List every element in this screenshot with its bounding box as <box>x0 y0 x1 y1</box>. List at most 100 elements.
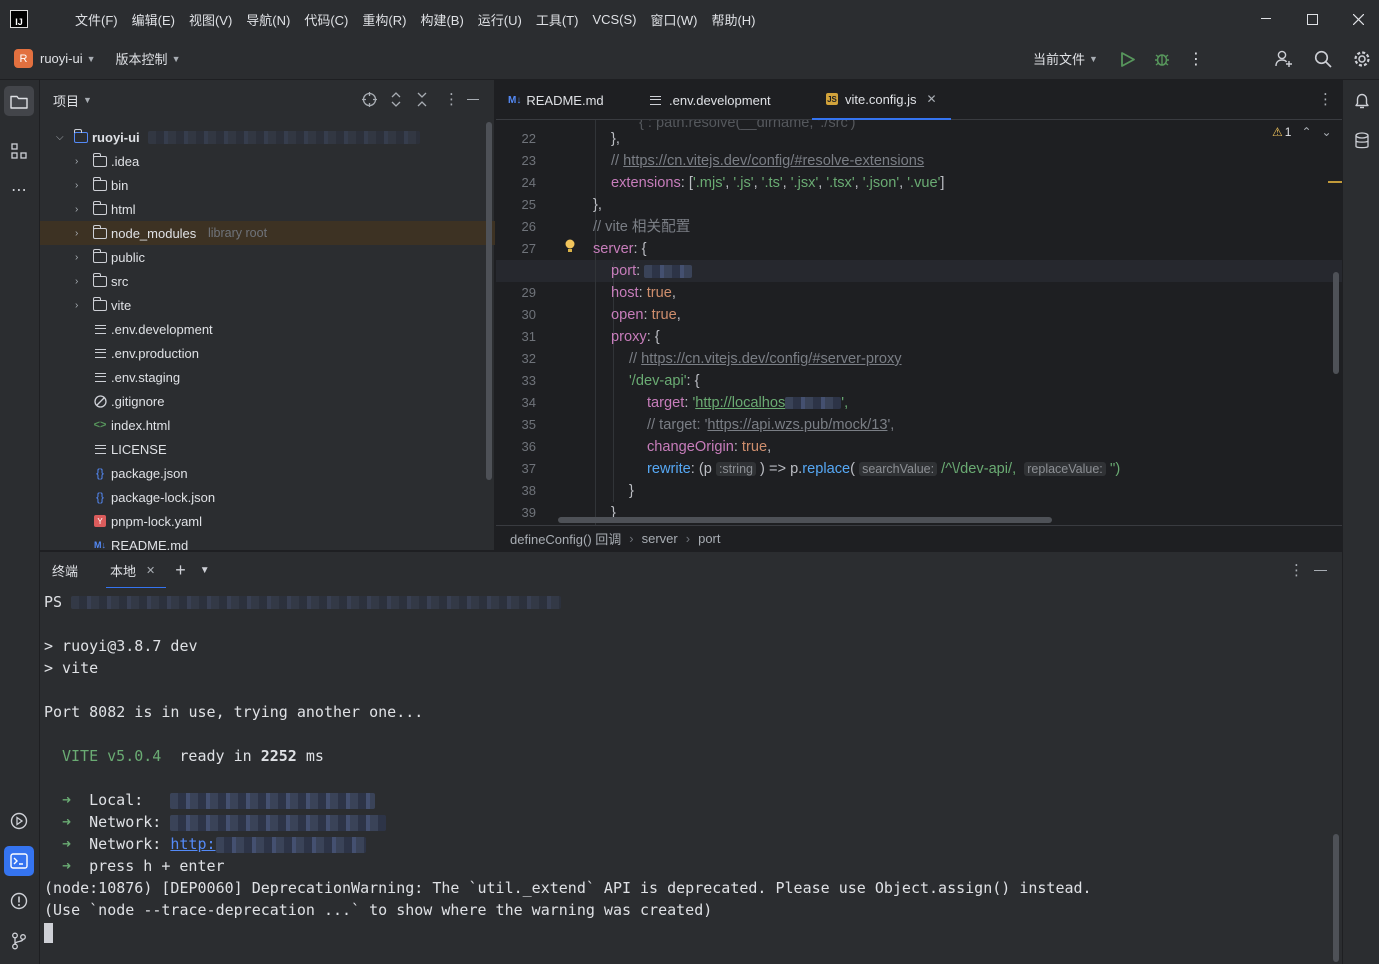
chevron-down-icon[interactable]: ⌵ <box>56 132 66 143</box>
menu-item[interactable]: 文件(F) <box>68 0 125 38</box>
editor-horizontal-scrollbar[interactable] <box>558 517 1052 523</box>
minimize-panel-icon[interactable] <box>1314 570 1327 571</box>
maximize-icon[interactable] <box>1289 0 1335 38</box>
breadcrumb-item[interactable]: defineConfig() 回调 <box>510 529 621 548</box>
chevron-down-icon[interactable]: ▼ <box>83 95 92 105</box>
vcs-selector[interactable]: 版本控制 ▼ <box>116 49 181 68</box>
tree-folder-row[interactable]: › vite <box>40 293 495 317</box>
chevron-right-icon[interactable]: › <box>75 204 85 215</box>
terminal-tab-local[interactable]: 本地 ✕ <box>106 552 167 589</box>
tree-scrollbar[interactable] <box>486 122 492 480</box>
terminal-link[interactable]: http: <box>170 835 215 853</box>
chevron-right-icon[interactable]: › <box>75 276 85 287</box>
tree-file-row[interactable]: LICENSE <box>40 437 495 461</box>
terminal-icon[interactable] <box>4 846 34 876</box>
code-editor[interactable]: 222324252627282930313233343536373839 { :… <box>496 120 1342 525</box>
more-vertical-icon[interactable]: ⋮ <box>1185 48 1207 70</box>
tab-readme[interactable]: M↓ README.md <box>508 80 604 120</box>
menu-item[interactable]: 编辑(E) <box>125 0 182 38</box>
code-key: open <box>611 307 644 323</box>
tab-vite-config[interactable]: JS vite.config.js ✕ <box>812 80 951 120</box>
line-number: 22 <box>521 131 536 146</box>
project-panel-title[interactable]: 项目 <box>53 91 79 110</box>
more-horizontal-icon[interactable]: ⋯ <box>4 175 34 205</box>
debug-icon[interactable] <box>1151 48 1173 70</box>
comment-link[interactable]: https://api.wzs.pub/mock/13 <box>707 417 887 433</box>
comment: ', <box>887 417 895 433</box>
comment-link[interactable]: https://cn.vitejs.dev/config/#resolve-ex… <box>623 153 924 169</box>
tree-folder-row[interactable]: › src <box>40 269 495 293</box>
comment-link[interactable]: https://cn.vitejs.dev/config/#server-pro… <box>641 351 901 367</box>
tree-folder-row[interactable]: › .idea <box>40 149 495 173</box>
close-tab-icon[interactable]: ✕ <box>146 564 155 577</box>
run-config-selector[interactable]: 当前文件 ▼ <box>1033 49 1098 68</box>
code-link[interactable]: http://localhos <box>695 395 785 411</box>
tree-folder-row[interactable]: › bin <box>40 173 495 197</box>
tree-file-row[interactable]: {} package-lock.json <box>40 485 495 509</box>
tree-folder-row[interactable]: › html <box>40 197 495 221</box>
settings-gear-icon[interactable] <box>1351 48 1373 70</box>
minimize-icon[interactable] <box>1243 0 1289 38</box>
inspection-widget[interactable]: ⚠ 1 ⌃ ⌄ <box>1272 125 1332 139</box>
tree-file-row[interactable]: {} package.json <box>40 461 495 485</box>
search-icon[interactable] <box>1312 48 1334 70</box>
tree-file-row[interactable]: .env.development <box>40 317 495 341</box>
more-vertical-icon[interactable]: ⋮ <box>1289 561 1304 579</box>
menu-item[interactable]: 重构(R) <box>355 0 413 38</box>
terminal-scrollbar[interactable] <box>1333 834 1339 962</box>
more-vertical-icon[interactable]: ⋮ <box>1318 90 1333 108</box>
close-icon[interactable] <box>1335 0 1379 38</box>
minimize-panel-icon[interactable] <box>467 99 479 100</box>
add-user-icon[interactable] <box>1273 48 1295 70</box>
tree-file-row[interactable]: .env.staging <box>40 365 495 389</box>
chevron-right-icon[interactable]: › <box>75 228 85 239</box>
menu-item[interactable]: 帮助(H) <box>704 0 762 38</box>
code-line-36: changeOrigin: true, <box>647 439 772 455</box>
notifications-bell-icon[interactable] <box>1347 86 1377 116</box>
breadcrumb-item[interactable]: port <box>698 531 720 546</box>
chevron-right-icon[interactable]: › <box>75 300 85 311</box>
chevron-right-icon[interactable]: › <box>75 156 85 167</box>
terminal-output[interactable]: PS > ruoyi@3.8.7 dev > vite Port 8082 is… <box>40 588 1342 964</box>
menu-item[interactable]: 视图(V) <box>182 0 239 38</box>
menu-item[interactable]: 构建(B) <box>413 0 470 38</box>
previous-highlight-icon[interactable]: ⌃ <box>1301 125 1311 139</box>
tab-env-development[interactable]: .env.development <box>650 80 771 120</box>
breadcrumb-item[interactable]: server <box>642 531 678 546</box>
services-icon[interactable] <box>4 806 34 836</box>
tree-file-row[interactable]: Ypnpm-lock.yaml <box>40 509 495 533</box>
problems-icon[interactable] <box>4 886 34 916</box>
tree-file-row[interactable]: .env.production <box>40 341 495 365</box>
more-vertical-icon[interactable]: ⋮ <box>444 90 459 108</box>
tree-folder-row[interactable]: › public <box>40 245 495 269</box>
chevron-down-icon[interactable]: ▼ <box>200 565 210 576</box>
menu-item[interactable]: 导航(N) <box>239 0 297 38</box>
editor-vertical-scrollbar[interactable] <box>1333 272 1339 374</box>
intellij-logo-icon[interactable]: IJ <box>10 10 28 28</box>
locate-file-icon[interactable] <box>362 92 377 110</box>
expand-all-icon[interactable] <box>390 92 402 110</box>
tree-file-row[interactable]: .gitignore <box>40 389 495 413</box>
intention-bulb-icon[interactable] <box>564 238 576 257</box>
chevron-right-icon[interactable]: › <box>75 180 85 191</box>
warning-stripe-marker[interactable] <box>1328 181 1342 183</box>
project-folder-icon[interactable] <box>4 86 34 116</box>
new-terminal-plus-icon[interactable]: + <box>175 560 186 581</box>
chevron-right-icon[interactable]: › <box>75 252 85 263</box>
database-icon[interactable] <box>1347 126 1377 156</box>
git-branch-icon[interactable] <box>4 926 34 956</box>
project-selector[interactable]: ruoyi-ui ▼ <box>40 51 96 66</box>
close-tab-icon[interactable]: ✕ <box>927 92 937 106</box>
tree-folder-row[interactable]: › node_modules library root <box>40 221 495 245</box>
menu-item[interactable]: 运行(U) <box>471 0 529 38</box>
menu-item[interactable]: VCS(S) <box>585 0 643 38</box>
menu-item[interactable]: 工具(T) <box>529 0 586 38</box>
tree-file-row[interactable]: <> index.html <box>40 413 495 437</box>
menu-item[interactable]: 代码(C) <box>297 0 355 38</box>
menu-item[interactable]: 窗口(W) <box>644 0 705 38</box>
collapse-all-icon[interactable] <box>416 92 428 110</box>
run-icon[interactable] <box>1117 48 1139 70</box>
structure-icon[interactable] <box>4 136 34 166</box>
next-highlight-icon[interactable]: ⌄ <box>1322 125 1332 139</box>
tree-root-row[interactable]: ⌵ ruoyi-ui <box>40 125 495 149</box>
